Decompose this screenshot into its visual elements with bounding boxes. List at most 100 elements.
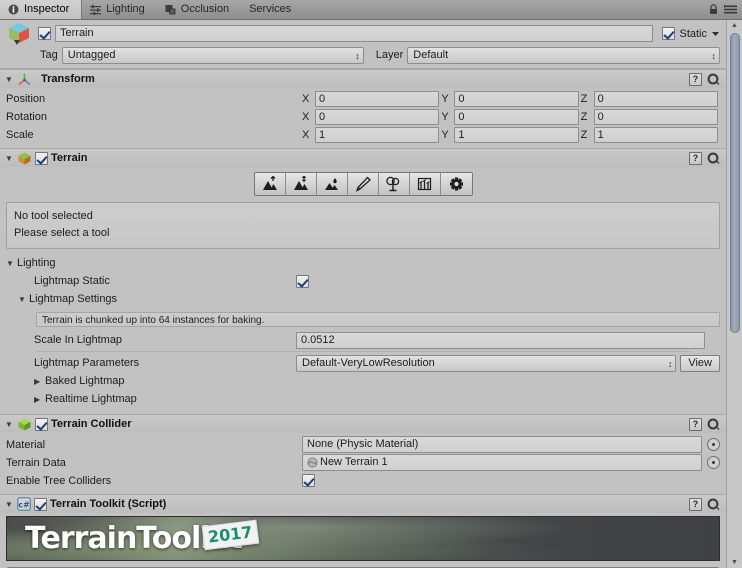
baked-lightmap-foldout-icon[interactable]: ▶ (34, 377, 45, 386)
terrain-collider-gear-icon[interactable] (707, 418, 720, 431)
hamburger-menu-icon[interactable] (724, 4, 737, 15)
rotation-x-input[interactable]: 0 (315, 108, 440, 125)
terrain-collider-header[interactable]: ▼ Terrain Collider ? (0, 415, 726, 433)
terrain-collider-enabled-checkbox[interactable] (35, 417, 48, 431)
gameobject-active-checkbox[interactable] (38, 27, 51, 40)
terrain-toolkit-help-icon[interactable]: ? (689, 497, 702, 511)
terrain-gear-icon[interactable] (707, 152, 720, 165)
terrain-toolkit-enabled-checkbox[interactable] (34, 497, 47, 511)
rotation-z-input[interactable]: 0 (593, 108, 718, 125)
terrain-foldout-icon[interactable]: ▼ (4, 154, 14, 163)
terrain-collider-foldout-icon[interactable]: ▼ (4, 420, 14, 429)
raise-lower-terrain-icon[interactable] (254, 173, 286, 195)
position-x-input[interactable]: 0 (315, 90, 440, 107)
scrollbar-track[interactable] (726, 31, 742, 557)
position-y-input[interactable]: 0 (454, 90, 579, 107)
scrollbar-thumb[interactable] (729, 33, 740, 333)
occlusion-icon (165, 4, 176, 15)
terrain-lighting-foldout[interactable]: ▼ Lighting (0, 254, 726, 272)
collider-material-picker-icon[interactable] (707, 438, 720, 451)
tab-inspector[interactable]: Inspector (0, 0, 83, 19)
scale-in-lightmap-input[interactable]: 0.0512 (296, 331, 705, 349)
lock-icon[interactable] (708, 3, 719, 15)
collider-material-row: Material None (Physic Material) (6, 436, 720, 453)
lightmap-settings-label: Lightmap Settings (29, 293, 118, 305)
collider-terrain-data-objectfield[interactable]: New Terrain 1 (302, 454, 702, 471)
terrain-toolkit-foldout-icon[interactable]: ▼ (4, 500, 14, 509)
terrain-collider-title: Terrain Collider (51, 418, 132, 430)
terrain-collider-help-icon[interactable]: ? (689, 417, 702, 431)
paint-details-icon[interactable] (409, 173, 441, 195)
transform-gear-icon[interactable] (707, 73, 720, 86)
tag-label: Tag (40, 49, 58, 61)
realtime-lightmap-foldout[interactable]: ▶ Realtime Lightmap (0, 390, 726, 408)
transform-row-rotation: Rotation X 0 Y 0 Z 0 (6, 108, 720, 125)
static-label: Static (679, 27, 707, 40)
tag-dropdown[interactable]: Untagged (61, 46, 364, 64)
lightmap-static-label: Lightmap Static (34, 275, 110, 287)
collider-material-objectfield[interactable]: None (Physic Material) (302, 436, 702, 453)
transform-row-position: Position X 0 Y 0 Z 0 (6, 90, 720, 107)
terrain-collider-icon (17, 417, 32, 432)
lightmap-parameters-dropdown[interactable]: Default-VeryLowResolution (296, 354, 677, 372)
terrain-settings-icon[interactable] (440, 173, 472, 195)
scale-x-input[interactable]: 1 (315, 126, 440, 143)
realtime-lightmap-foldout-icon[interactable]: ▶ (34, 395, 45, 404)
scale-z-axis-label: Z (580, 128, 588, 141)
terrain-toolkit-gear-icon[interactable] (707, 498, 720, 511)
position-z-input[interactable]: 0 (593, 90, 718, 107)
layer-label: Layer (375, 49, 404, 61)
terrain-enabled-checkbox[interactable] (35, 151, 48, 165)
smooth-height-icon[interactable] (316, 173, 348, 195)
set-height-icon[interactable] (285, 173, 317, 195)
place-trees-icon[interactable] (378, 173, 410, 195)
scrollbar-down-arrow-icon[interactable]: ▼ (731, 557, 738, 568)
transform-help-icon[interactable]: ? (689, 72, 702, 86)
position-x-axis-label: X (302, 92, 310, 105)
rotation-label: Rotation (6, 110, 47, 123)
collider-terrain-data-picker-icon[interactable] (707, 456, 720, 469)
terrain-header[interactable]: ▼ Terrain ? (0, 149, 726, 167)
inspector-scrollbar[interactable]: ▲ ▼ (726, 20, 742, 568)
rotation-y-axis-label: Y (441, 110, 449, 123)
terrain-help-icon[interactable]: ? (689, 151, 702, 165)
static-dropdown-arrow-icon[interactable] (711, 29, 720, 38)
transform-foldout-icon[interactable]: ▼ (4, 75, 14, 84)
scale-y-axis-label: Y (441, 128, 449, 141)
lightmap-parameters-row: Lightmap Parameters Default-VeryLowResol… (0, 354, 726, 372)
lightmap-settings-foldout[interactable]: ▼ Lightmap Settings (0, 290, 726, 308)
lightmap-settings-foldout-icon[interactable]: ▼ (18, 295, 29, 304)
enable-tree-colliders-row: Enable Tree Colliders (6, 472, 720, 489)
scale-label: Scale (6, 128, 34, 141)
transform-icon (17, 72, 32, 87)
enable-tree-colliders-checkbox[interactable] (302, 474, 315, 487)
scrollbar-up-arrow-icon[interactable]: ▲ (731, 20, 738, 31)
tab-services[interactable]: Services (241, 0, 303, 19)
gameobject-name-input[interactable]: Terrain (55, 25, 654, 42)
lightmap-parameters-view-button[interactable]: View (680, 354, 720, 372)
terrain-toolkit-header[interactable]: ▼ c# Terrain Toolkit (Script) ? (0, 495, 726, 513)
transform-row-scale: Scale X 1 Y 1 Z 1 (6, 126, 720, 143)
terrain-toolkit-title: Terrain Toolkit (Script) (50, 498, 167, 510)
terrain-title: Terrain (51, 152, 88, 164)
transform-header[interactable]: ▼ Transform ? (0, 70, 726, 88)
lightmap-static-checkbox[interactable] (296, 274, 309, 288)
scale-z-input[interactable]: 1 (593, 126, 718, 143)
lighting-foldout-icon[interactable]: ▼ (6, 259, 17, 268)
static-checkbox[interactable] (662, 27, 676, 40)
rotation-y-input[interactable]: 0 (454, 108, 579, 125)
paint-texture-icon[interactable] (347, 173, 379, 195)
tab-lighting[interactable]: Lighting (82, 0, 157, 19)
realtime-lightmap-label: Realtime Lightmap (45, 393, 137, 405)
terrain-info-line1: No tool selected (14, 210, 93, 222)
gameobject-cube-icon (6, 21, 32, 47)
lighting-icon (90, 4, 102, 15)
layer-dropdown[interactable]: Default (407, 46, 720, 64)
component-terrain: ▼ Terrain ? No tool selected Please sele… (0, 148, 726, 414)
terrain-data-asset-icon (307, 457, 318, 468)
scale-in-lightmap-label: Scale In Lightmap (34, 334, 123, 346)
terrain-toolkit-banner-year: 2017 (201, 519, 259, 551)
tab-occlusion[interactable]: Occlusion (157, 0, 241, 19)
scale-y-input[interactable]: 1 (454, 126, 579, 143)
baked-lightmap-foldout[interactable]: ▶ Baked Lightmap (0, 372, 726, 390)
